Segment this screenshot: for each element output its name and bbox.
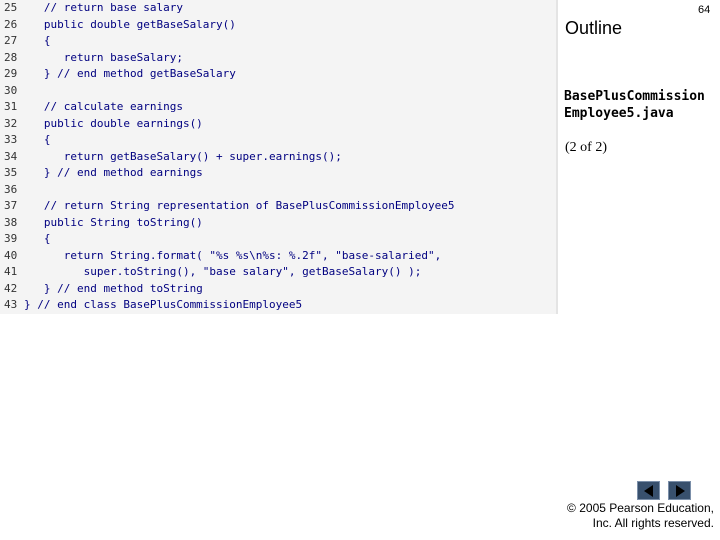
line-number: 31 bbox=[4, 100, 18, 113]
code-text: return String.format( "%s %s\n%s: %.2f",… bbox=[24, 248, 442, 262]
code-line: 26 public double getBaseSalary() bbox=[0, 17, 556, 34]
code-text: } // end method getBaseSalary bbox=[24, 67, 236, 80]
code-text: public double getBaseSalary() bbox=[24, 17, 236, 31]
line-number: 43 bbox=[4, 298, 18, 311]
copyright-line2: Inc. All rights reserved. bbox=[592, 516, 714, 530]
code-text: { bbox=[24, 34, 51, 47]
code-text: return getBaseSalary() + super.earnings(… bbox=[24, 149, 342, 163]
line-number: 40 bbox=[4, 248, 18, 262]
code-line: 40 return String.format( "%s %s\n%s: %.2… bbox=[0, 248, 556, 265]
line-number: 26 bbox=[4, 17, 18, 31]
code-text: { bbox=[24, 133, 51, 146]
previous-slide-button[interactable] bbox=[637, 481, 660, 500]
code-text: } // end method earnings bbox=[24, 166, 203, 179]
code-listing: 25 // return base salary 26 public double… bbox=[0, 0, 556, 314]
code-text: } // end method toString bbox=[24, 281, 203, 295]
copyright-notice: © 2005 Pearson Education, Inc. All right… bbox=[544, 501, 714, 531]
code-line: 28 return baseSalary; bbox=[0, 50, 556, 67]
line-number: 33 bbox=[4, 133, 18, 146]
code-line: 33 { bbox=[0, 132, 556, 149]
next-slide-button[interactable] bbox=[668, 481, 691, 500]
code-line: 42 } // end method toString bbox=[0, 281, 556, 298]
file-name-line1: BasePlusCommission bbox=[564, 89, 705, 104]
triangle-right-icon bbox=[675, 484, 685, 497]
code-line: 25 // return base salary bbox=[0, 0, 556, 17]
code-line: 36 bbox=[0, 182, 556, 199]
line-number: 37 bbox=[4, 199, 18, 212]
line-number: 28 bbox=[4, 50, 18, 64]
code-line: 38 public String toString() bbox=[0, 215, 556, 232]
part-indicator: (2 of 2) bbox=[565, 140, 607, 155]
slide-number: 64 bbox=[698, 4, 711, 16]
code-line: 30 bbox=[0, 83, 556, 100]
outline-heading: Outline bbox=[565, 18, 623, 38]
code-line: 34 return getBaseSalary() + super.earnin… bbox=[0, 149, 556, 166]
line-number: 30 bbox=[4, 83, 18, 97]
line-number: 29 bbox=[4, 67, 18, 80]
code-line: 39 { bbox=[0, 231, 556, 248]
file-name-line2: Employee5.java bbox=[564, 106, 674, 121]
code-text: public String toString() bbox=[24, 215, 203, 229]
code-text: return baseSalary; bbox=[24, 50, 183, 64]
code-line: 37 // return String representation of Ba… bbox=[0, 198, 556, 215]
code-text: super.toString(), "base salary", getBase… bbox=[24, 265, 422, 278]
code-line: 29 } // end method getBaseSalary bbox=[0, 66, 556, 83]
code-panel: 25 // return base salary 26 public double… bbox=[0, 0, 556, 314]
code-line: 32 public double earnings() bbox=[0, 116, 556, 133]
file-name: BasePlusCommission Employee5.java bbox=[564, 88, 705, 122]
line-number: 39 bbox=[4, 232, 18, 245]
code-line: 35 } // end method earnings bbox=[0, 165, 556, 182]
code-text: { bbox=[24, 232, 51, 245]
copyright-line1: © 2005 Pearson Education, bbox=[567, 501, 714, 515]
code-text: // calculate earnings bbox=[24, 100, 183, 113]
line-number: 27 bbox=[4, 34, 18, 47]
code-line: 43 } // end class BasePlusCommissionEmplo… bbox=[0, 297, 556, 314]
code-line: 27 { bbox=[0, 33, 556, 50]
code-line: 31 // calculate earnings bbox=[0, 99, 556, 116]
panel-divider bbox=[556, 0, 558, 314]
code-text: public double earnings() bbox=[24, 116, 203, 130]
line-number: 42 bbox=[4, 281, 18, 295]
code-line: 41 super.toString(), "base salary", getB… bbox=[0, 264, 556, 281]
line-number: 41 bbox=[4, 265, 18, 278]
code-text: // return String representation of BaseP… bbox=[24, 199, 455, 212]
line-number: 32 bbox=[4, 116, 18, 130]
triangle-left-icon bbox=[643, 484, 653, 497]
line-number: 34 bbox=[4, 149, 18, 163]
line-number: 38 bbox=[4, 215, 18, 229]
line-number: 35 bbox=[4, 166, 18, 179]
code-text: // return base salary bbox=[24, 1, 183, 14]
line-number: 36 bbox=[4, 182, 18, 196]
code-text: } // end class BasePlusCommissionEmploye… bbox=[24, 298, 303, 311]
line-number: 25 bbox=[4, 1, 18, 14]
